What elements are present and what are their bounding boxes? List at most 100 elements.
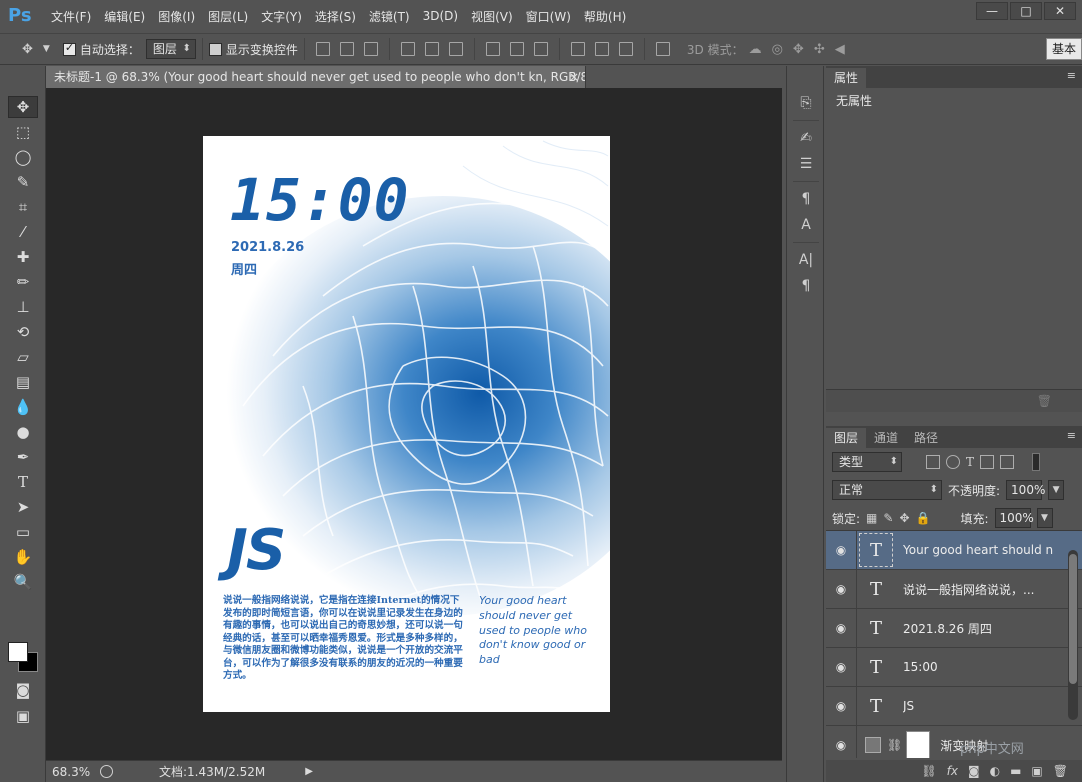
filter-smart-object-icon[interactable] <box>1000 455 1015 469</box>
hand-tool-icon[interactable]: ✋ <box>8 546 38 568</box>
visibility-eye-icon[interactable]: ◉ <box>826 543 856 557</box>
filter-shape-icon[interactable] <box>980 455 995 469</box>
trash-icon[interactable]: 🗑 <box>1037 394 1052 408</box>
paragraph-panel-icon[interactable]: ¶ <box>787 273 825 299</box>
3d-pan-icon[interactable]: ✥ <box>793 42 804 57</box>
3d-orbit-icon[interactable]: ☁ <box>749 42 762 57</box>
blend-mode-dropdown[interactable]: 正常 <box>832 480 942 500</box>
visibility-eye-icon[interactable]: ◉ <box>826 738 856 752</box>
shape-tool-icon[interactable]: ▭ <box>8 521 38 543</box>
quick-select-tool-icon[interactable]: ✎ <box>8 171 38 193</box>
menu-image[interactable]: 图像(I) <box>158 8 195 25</box>
layer-item[interactable]: ◉ T 2021.8.26 周四 <box>826 608 1082 648</box>
align-bottom-icon[interactable] <box>363 42 378 56</box>
layer-mask-thumbnail[interactable] <box>906 731 931 758</box>
history-panel-icon[interactable]: ⎘ <box>787 90 825 116</box>
paragraph-style-icon[interactable]: ¶ <box>787 186 825 212</box>
tab-properties[interactable]: 属性 <box>826 68 867 88</box>
chevron-down-icon[interactable]: ▼ <box>1048 480 1065 500</box>
menu-file[interactable]: 文件(F) <box>51 8 91 25</box>
panel-menu-icon[interactable]: ≡ <box>1067 69 1076 82</box>
align-hcenter-icon[interactable] <box>424 42 439 56</box>
menu-edit[interactable]: 编辑(E) <box>104 8 145 25</box>
filter-pixel-icon[interactable] <box>926 455 940 469</box>
distribute-top-icon[interactable] <box>485 42 500 56</box>
clone-stamp-icon[interactable]: ⊥ <box>8 296 38 318</box>
filter-toggle[interactable] <box>1032 453 1041 471</box>
foreground-color[interactable] <box>8 642 28 662</box>
trash-icon[interactable]: 🗑 <box>1053 764 1068 778</box>
fx-icon[interactable]: fx <box>947 764 958 778</box>
layer-item[interactable]: ◉ ⛓ 渐变映射 <box>826 725 1082 758</box>
artboard[interactable]: 15:00 2021.8.26 周四 JS 说说一般指网络说说，它是指在连接In… <box>203 136 610 712</box>
canvas-area[interactable]: 15:00 2021.8.26 周四 JS 说说一般指网络说说，它是指在连接In… <box>46 88 782 760</box>
lock-position-icon[interactable]: ✥ <box>899 511 909 525</box>
lock-transparent-icon[interactable]: ▦ <box>866 511 877 525</box>
move-tool-icon[interactable]: ✥ <box>22 42 33 57</box>
filter-type-dropdown[interactable]: 类型 <box>832 452 902 472</box>
menu-help[interactable]: 帮助(H) <box>584 8 626 25</box>
minimize-button[interactable]: — <box>976 2 1008 20</box>
workspace-button[interactable]: 基本 <box>1046 38 1082 60</box>
link-icon[interactable]: ⛓ <box>921 764 936 778</box>
eyedropper-tool-icon[interactable]: ⁄ <box>8 221 38 243</box>
close-tab-icon[interactable]: × <box>569 66 579 88</box>
mask-icon[interactable]: ◙ <box>968 764 980 778</box>
move-tool-icon[interactable]: ✥ <box>8 96 38 118</box>
align-right-icon[interactable] <box>448 42 463 56</box>
menu-filter[interactable]: 滤镜(T) <box>369 8 410 25</box>
visibility-eye-icon[interactable]: ◉ <box>826 699 856 713</box>
panel-menu-icon[interactable]: ≡ <box>1067 429 1076 442</box>
healing-brush-icon[interactable]: ✚ <box>8 246 38 268</box>
lock-pixels-icon[interactable]: ✎ <box>883 511 893 525</box>
layer-item[interactable]: ◉ T JS <box>826 686 1082 726</box>
document-tab[interactable]: 未标题-1 @ 68.3% (Your good heart should ne… <box>46 66 586 88</box>
align-left-icon[interactable] <box>400 42 415 56</box>
menu-select[interactable]: 选择(S) <box>315 8 356 25</box>
new-layer-icon[interactable]: ▣ <box>1031 764 1042 778</box>
lasso-tool-icon[interactable]: ◯ <box>8 146 38 168</box>
character-panel-icon[interactable]: A| <box>787 247 825 273</box>
menu-type[interactable]: 文字(Y) <box>261 8 302 25</box>
crop-tool-icon[interactable]: ⌗ <box>8 196 38 218</box>
layer-item[interactable]: ◉ T 15:00 <box>826 647 1082 687</box>
3d-slide-icon[interactable]: ✣ <box>814 42 825 57</box>
filter-type-icon[interactable]: T <box>966 455 974 469</box>
show-transform-checkbox[interactable] <box>208 42 222 56</box>
close-button[interactable]: ✕ <box>1044 2 1076 20</box>
screen-mode-icon[interactable]: ▣ <box>8 705 38 727</box>
auto-select-dropdown[interactable]: 图层 <box>145 39 196 59</box>
chevron-down-icon[interactable]: ▼ <box>1036 508 1053 528</box>
align-top-icon[interactable] <box>315 42 330 56</box>
tab-paths[interactable]: 路径 <box>906 428 946 448</box>
visibility-eye-icon[interactable]: ◉ <box>826 621 856 635</box>
filter-adjustment-icon[interactable] <box>946 455 960 469</box>
adjustment-icon[interactable]: ◐ <box>990 764 1000 778</box>
align-vcenter-icon[interactable] <box>339 42 354 56</box>
menu-layer[interactable]: 图层(L) <box>208 8 248 25</box>
auto-align-icon[interactable] <box>655 42 670 56</box>
color-swatches[interactable] <box>8 636 38 676</box>
type-tool-icon[interactable]: T <box>8 471 38 493</box>
menu-window[interactable]: 窗口(W) <box>526 8 571 25</box>
zoom-level[interactable]: 68.3% <box>52 765 96 779</box>
tab-layers[interactable]: 图层 <box>826 428 867 448</box>
opacity-input[interactable]: 100% <box>1006 480 1045 500</box>
dodge-tool-icon[interactable]: ● <box>8 421 38 443</box>
path-select-icon[interactable]: ➤ <box>8 496 38 518</box>
visibility-eye-icon[interactable]: ◉ <box>826 582 856 596</box>
history-brush-icon[interactable]: ⟲ <box>8 321 38 343</box>
tool-presets-icon[interactable]: ✍ <box>787 125 825 151</box>
distribute-left-icon[interactable] <box>570 42 585 56</box>
distribute-bottom-icon[interactable] <box>533 42 548 56</box>
scroll-thumb[interactable] <box>1069 554 1077 684</box>
layer-item[interactable]: ◉ T Your good heart should n... <box>826 531 1082 570</box>
marquee-tool-icon[interactable]: ⬚ <box>8 121 38 143</box>
layer-item[interactable]: ◉ T 说说一般指网络说说，... <box>826 569 1082 609</box>
tab-channels[interactable]: 通道 <box>866 428 906 448</box>
status-menu-arrow-icon[interactable]: ▶ <box>305 766 313 777</box>
gradient-tool-icon[interactable]: ▤ <box>8 371 38 393</box>
menu-3d[interactable]: 3D(D) <box>423 9 458 23</box>
quick-mask-icon[interactable]: ◙ <box>8 679 38 701</box>
status-icon[interactable] <box>100 765 113 778</box>
